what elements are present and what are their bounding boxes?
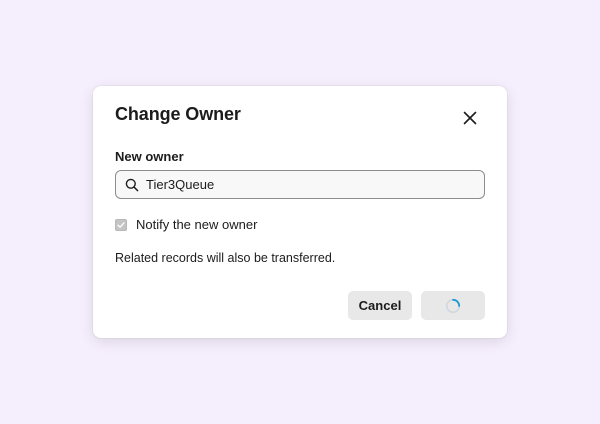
search-icon (125, 178, 139, 192)
notify-checkbox-row[interactable]: Notify the new owner (115, 217, 257, 232)
close-icon (463, 111, 477, 125)
change-owner-dialog: Change Owner New owner Notify the new ow… (93, 86, 507, 338)
transfer-note: Related records will also be transferred… (115, 251, 336, 265)
spinner-icon (445, 298, 461, 314)
notify-checkbox[interactable] (115, 218, 127, 231)
notify-checkbox-label: Notify the new owner (136, 217, 258, 232)
close-button[interactable] (457, 105, 483, 131)
cancel-button[interactable]: Cancel (348, 291, 412, 320)
change-owner-submit-button[interactable] (421, 291, 485, 320)
owner-search-field[interactable] (115, 170, 485, 199)
new-owner-label: New owner (115, 149, 184, 164)
dialog-title: Change Owner (115, 104, 241, 124)
check-icon (117, 221, 125, 228)
owner-search-input[interactable] (146, 171, 466, 198)
